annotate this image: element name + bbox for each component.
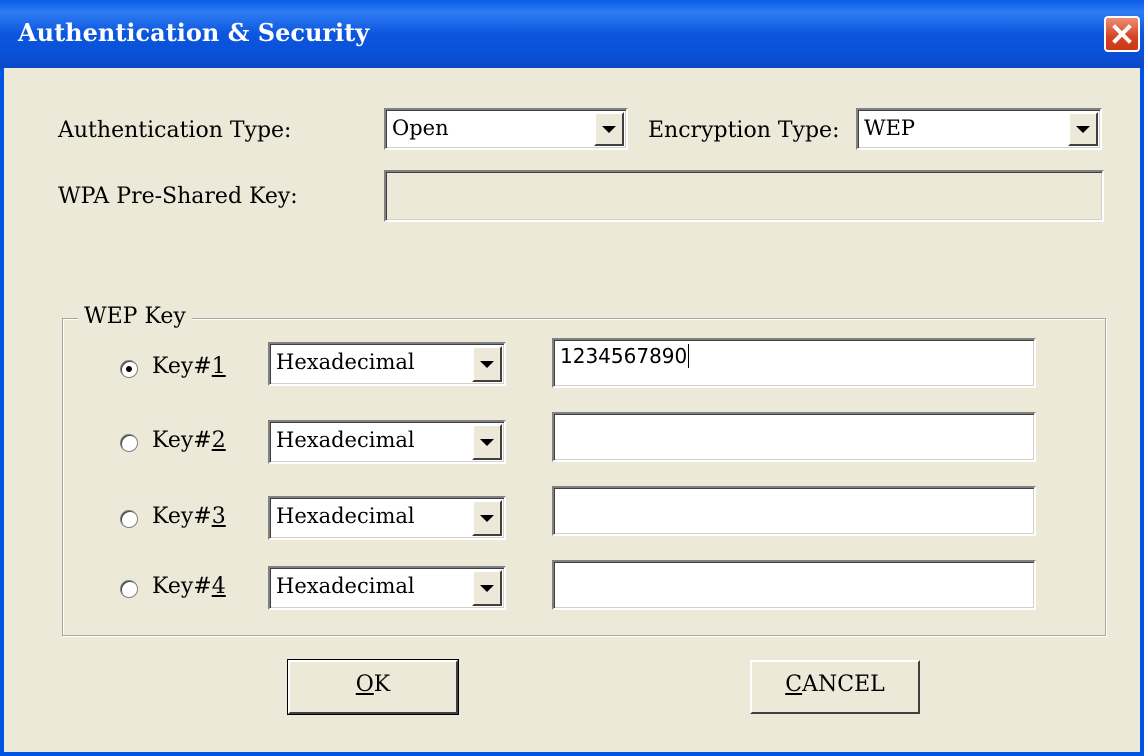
key1-radio[interactable] [120, 360, 138, 378]
key2-radio[interactable] [120, 434, 138, 452]
key2-label: Key#2 [152, 428, 226, 453]
key4-format-value: Hexadecimal [276, 574, 415, 598]
key2-format-dropdown-arrow-icon[interactable] [472, 424, 502, 460]
key1-label: Key#1 [152, 354, 226, 379]
authentication-type-select[interactable]: Open [384, 108, 628, 150]
encryption-type-dropdown-arrow-icon[interactable] [1068, 112, 1098, 146]
key4-input[interactable] [552, 560, 1036, 610]
authentication-type-dropdown-arrow-icon[interactable] [594, 112, 624, 146]
key4-format-select[interactable]: Hexadecimal [268, 566, 506, 610]
close-button[interactable] [1104, 16, 1140, 52]
text-caret [688, 344, 690, 368]
key4-radio[interactable] [120, 580, 138, 598]
authentication-type-label: Authentication Type: [58, 118, 292, 143]
key3-radio[interactable] [120, 510, 138, 528]
wep-key-group-legend: WEP Key [78, 304, 192, 329]
encryption-type-value: WEP [864, 116, 916, 140]
key1-format-select[interactable]: Hexadecimal [268, 342, 506, 386]
encryption-type-label: Encryption Type: [648, 118, 840, 143]
key1-value: 1234567890 [560, 344, 688, 368]
key1-format-dropdown-arrow-icon[interactable] [472, 346, 502, 382]
key4-label: Key#4 [152, 574, 226, 599]
key3-label: Key#3 [152, 504, 226, 529]
wpa-pre-shared-key-label: WPA Pre-Shared Key: [58, 184, 298, 209]
key1-format-value: Hexadecimal [276, 350, 415, 374]
authentication-type-value: Open [392, 116, 449, 140]
key1-input[interactable]: 1234567890 [552, 338, 1036, 388]
window-title: Authentication & Security [18, 18, 370, 47]
wpa-pre-shared-key-input [384, 170, 1104, 222]
key2-format-select[interactable]: Hexadecimal [268, 420, 506, 464]
key3-format-value: Hexadecimal [276, 504, 415, 528]
key2-input[interactable] [552, 412, 1036, 462]
auth-security-dialog: Authentication & Security Authentication… [0, 0, 1144, 756]
cancel-button[interactable]: CANCEL [750, 660, 920, 714]
key2-format-value: Hexadecimal [276, 428, 415, 452]
title-bar[interactable]: Authentication & Security [0, 0, 1144, 68]
key4-format-dropdown-arrow-icon[interactable] [472, 570, 502, 606]
key3-input[interactable] [552, 486, 1036, 536]
ok-button[interactable]: OK [287, 659, 459, 715]
encryption-type-select[interactable]: WEP [856, 108, 1102, 150]
key3-format-select[interactable]: Hexadecimal [268, 496, 506, 540]
close-x-icon [1112, 24, 1132, 44]
key3-format-dropdown-arrow-icon[interactable] [472, 500, 502, 536]
